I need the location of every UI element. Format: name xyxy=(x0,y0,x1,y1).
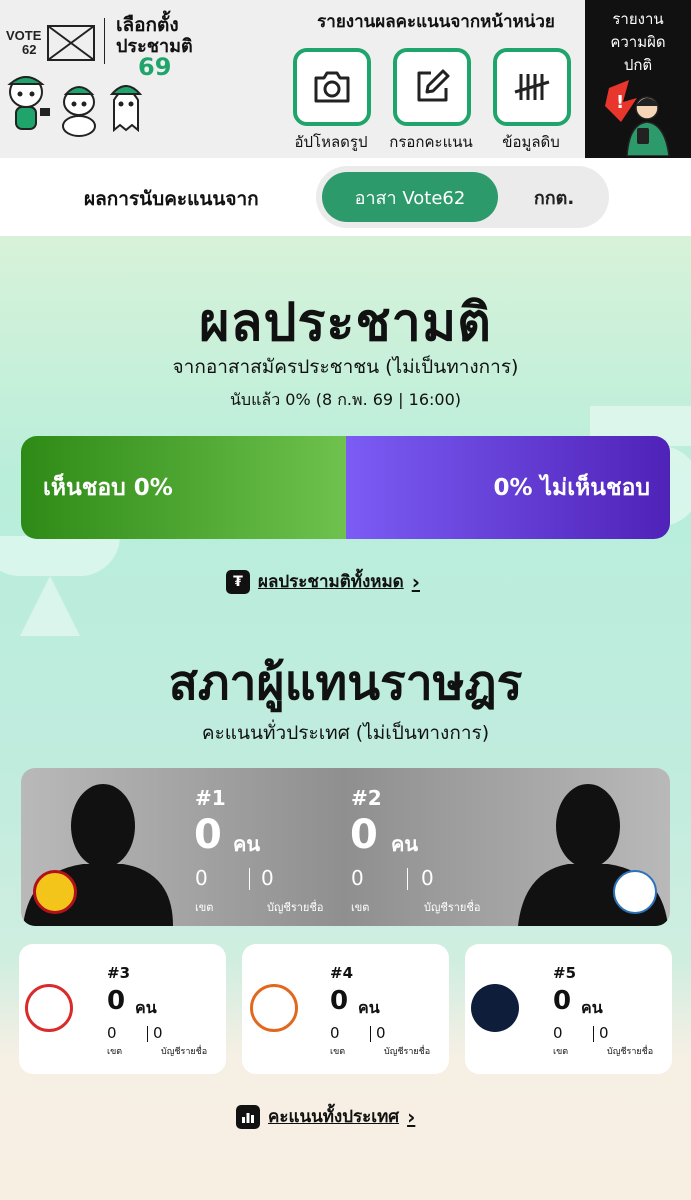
district-label: เขต xyxy=(195,901,214,914)
report-irregularity-line1: รายงาน xyxy=(612,10,664,28)
top-parties-card[interactable]: #1 0 คน 0 0 เขต บัญชีรายชื่อ #2 0 คน 0 0… xyxy=(21,768,670,926)
logo-divider xyxy=(104,18,105,64)
list-seats: 0 xyxy=(599,1024,609,1042)
district-label: เขต xyxy=(107,1047,123,1057)
party-logo-4 xyxy=(250,984,298,1032)
list-seats: 0 xyxy=(421,866,434,890)
district-seats: 0 xyxy=(107,1024,117,1042)
seats-unit: คน xyxy=(135,998,157,1017)
report-title: รายงานผลคะแนนจากหน้าหน่วย xyxy=(317,12,555,32)
mascots-illustration xyxy=(7,76,143,137)
enter-score-label[interactable]: กรอกคะแนน xyxy=(376,130,486,154)
upload-photo-label[interactable]: อัปโหลดรูป xyxy=(276,130,386,154)
referendum-title: ผลประชามติ xyxy=(199,293,492,353)
report-irregularity-button[interactable]: รายงาน ความผิด ปกติ ! xyxy=(585,0,691,158)
chevron-right-icon: › xyxy=(407,1104,416,1129)
header: VOTE 62 เลือกตั้ง ประชามติ 69 รายงานผลคะ… xyxy=(0,0,691,158)
divider xyxy=(249,868,250,890)
seats-unit: คน xyxy=(581,998,603,1017)
raw-data-button[interactable] xyxy=(493,48,571,126)
referendum-subtitle: จากอาสาสมัครประชาชน (ไม่เป็นทางการ) xyxy=(172,356,519,378)
referendum-result-bar: เห็นชอบ 0% 0% ไม่เห็นชอบ xyxy=(21,436,670,539)
district-label: เขต xyxy=(351,901,370,914)
district-label: เขต xyxy=(330,1047,346,1057)
agree-bar: เห็นชอบ 0% xyxy=(21,436,346,539)
party-seats: 0 xyxy=(107,986,126,1016)
reporter-illustration: ! xyxy=(605,80,670,156)
party-rank: #2 xyxy=(351,786,382,810)
camera-icon xyxy=(314,71,350,103)
enter-score-button[interactable] xyxy=(393,48,471,126)
district-seats: 0 xyxy=(330,1024,340,1042)
report-irregularity-label: รายงาน ความผิด ปกติ xyxy=(585,8,691,77)
party-card-4[interactable]: #4 0 คน 0 0 เขต บัญชีรายชื่อ xyxy=(242,944,449,1074)
source-option-ect[interactable]: กกต. xyxy=(506,172,602,222)
party-logo-1 xyxy=(33,870,77,914)
upload-photo-button[interactable] xyxy=(293,48,371,126)
list-label: บัญชีรายชื่อ xyxy=(424,901,481,914)
party-logo-2 xyxy=(613,870,657,914)
decor-shape xyxy=(20,576,80,636)
house-title: สภาผู้แทนราษฎร xyxy=(168,655,523,711)
list-label: บัญชีรายชื่อ xyxy=(607,1047,654,1057)
seats-unit: คน xyxy=(358,998,380,1017)
divider xyxy=(593,1026,594,1042)
list-label: บัญชีรายชื่อ xyxy=(161,1047,208,1057)
edit-icon xyxy=(417,69,450,102)
district-seats: 0 xyxy=(351,866,364,890)
list-seats: 0 xyxy=(153,1024,163,1042)
seats-unit: คน xyxy=(233,832,261,856)
party-rank: #5 xyxy=(553,964,577,982)
all-referendum-results-link[interactable]: ₮ ผลประชามติทั้งหมด › xyxy=(226,568,420,595)
raw-data-label[interactable]: ข้อมูลดิบ xyxy=(476,130,586,154)
tally-icon xyxy=(514,74,550,100)
report-irregularity-line3: ปกติ xyxy=(623,56,653,74)
decor-shape xyxy=(0,536,120,576)
list-label: บัญชีรายชื่อ xyxy=(267,901,324,914)
election-logo: เลือกตั้ง ประชามติ 69 xyxy=(116,14,216,79)
nationwide-scores-link[interactable]: คะแนนทั้งประเทศ › xyxy=(236,1103,415,1130)
logo-area[interactable]: VOTE 62 เลือกตั้ง ประชามติ 69 xyxy=(0,0,285,158)
party-logo-5 xyxy=(471,984,519,1032)
party-card-3[interactable]: #3 0 คน 0 0 เขต บัญชีรายชื่อ xyxy=(19,944,226,1074)
list-seats: 0 xyxy=(261,866,274,890)
party-rank: #1 xyxy=(195,786,226,810)
party-logo-3 xyxy=(25,984,73,1032)
party-seats: 0 xyxy=(194,812,222,858)
party-card-5[interactable]: #5 0 คน 0 0 เขต บัญชีรายชื่อ xyxy=(465,944,672,1074)
list-label: บัญชีรายชื่อ xyxy=(384,1047,431,1057)
all-referendum-results-label: ผลประชามติทั้งหมด xyxy=(258,572,404,592)
ballot-icon: ₮ xyxy=(226,569,250,594)
district-seats: 0 xyxy=(195,866,208,890)
svg-text:!: ! xyxy=(616,92,624,113)
source-option-vote62[interactable]: อาสา Vote62 xyxy=(322,172,498,222)
seats-unit: คน xyxy=(391,832,419,856)
party-rank: #3 xyxy=(107,964,131,982)
list-seats: 0 xyxy=(376,1024,386,1042)
party-rank: #4 xyxy=(330,964,354,982)
district-label: เขต xyxy=(553,1047,569,1057)
nationwide-scores-label: คะแนนทั้งประเทศ xyxy=(268,1107,400,1127)
source-label: ผลการนับคะแนนจาก xyxy=(84,188,259,210)
referendum-count-status: นับแล้ว 0% (8 ก.พ. 69 | 16:00) xyxy=(229,390,462,409)
party-seats: 0 xyxy=(553,986,572,1016)
divider xyxy=(407,868,408,890)
disagree-bar: 0% ไม่เห็นชอบ xyxy=(345,436,670,539)
district-seats: 0 xyxy=(553,1024,563,1042)
chevron-right-icon: › xyxy=(411,569,420,594)
report-irregularity-line2: ความผิด xyxy=(610,33,666,51)
vote62-logo: VOTE 62 xyxy=(6,25,95,61)
party-seats: 0 xyxy=(350,812,378,858)
election-logo-line1: เลือกตั้ง xyxy=(116,14,179,36)
house-subtitle: คะแนนทั่วประเทศ (ไม่เป็นทางการ) xyxy=(201,722,490,744)
svg-text:62: 62 xyxy=(22,42,36,57)
svg-text:VOTE: VOTE xyxy=(6,28,42,43)
divider xyxy=(370,1026,371,1042)
party-seats: 0 xyxy=(330,986,349,1016)
divider xyxy=(147,1026,148,1042)
bar-chart-icon xyxy=(236,1104,260,1129)
